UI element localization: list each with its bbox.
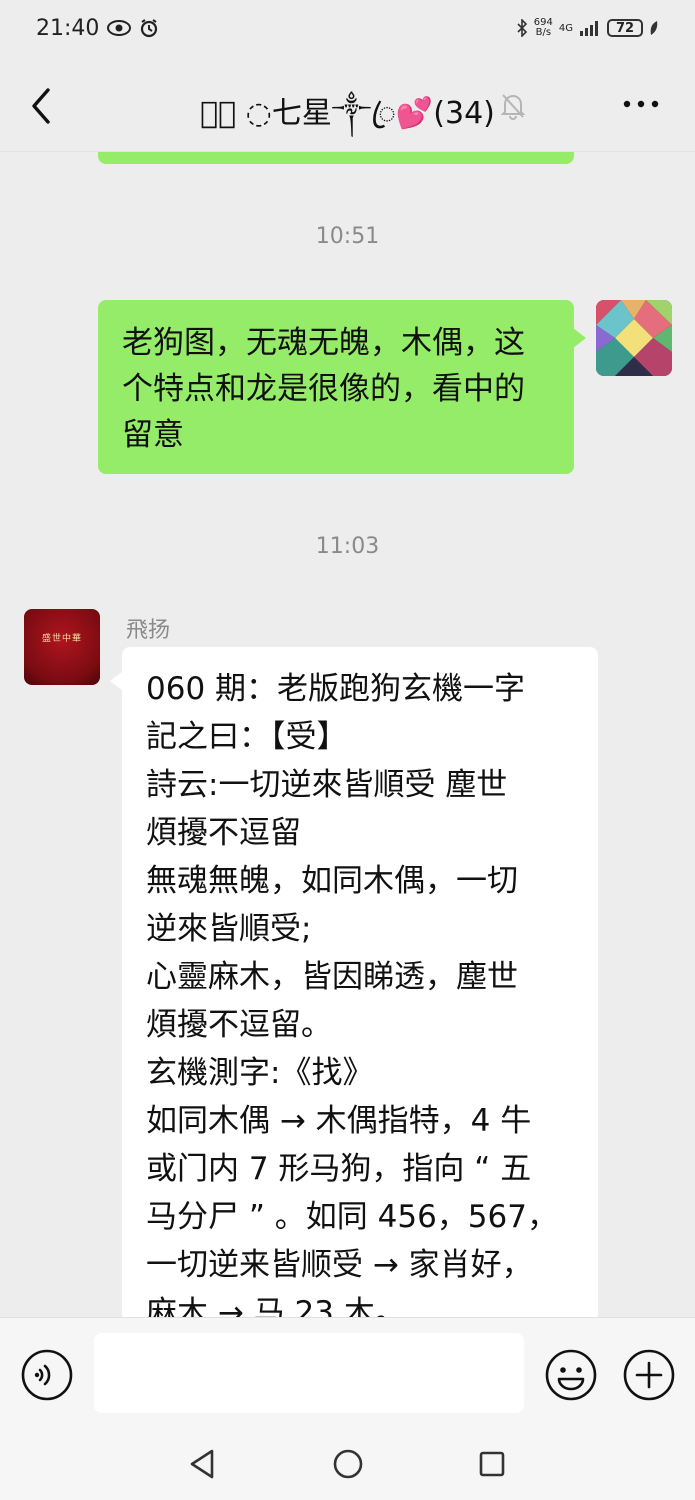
plus-circle-icon [623,1349,675,1401]
message-line: 马分尸 ” 。如同 456，567， [146,1199,558,1235]
chat-messages[interactable]: 10:51 老狗图，无魂无魄，木偶，这个特点和龙是很像的，看中的留意 11:03… [0,152,695,1317]
voice-icon [21,1349,73,1401]
more-functions-button[interactable] [622,1348,676,1402]
outgoing-message-bubble[interactable]: 老狗图，无魂无魄，木偶，这个特点和龙是很像的，看中的留意 [98,300,586,474]
more-dots-icon [623,100,659,108]
battery-indicator: 72 [607,19,643,37]
message-text-input[interactable] [94,1333,524,1413]
message-line: 逆來皆順受; [146,911,312,947]
sender-avatar-logo-text: 盛世中華 [41,634,82,644]
chat-header: 𝓜ꦿ ◌七星༒ꦿ💕(34) [0,56,695,152]
network-speed-unit: B/s [535,27,552,38]
triangle-back-icon [190,1449,214,1479]
message-line: 麻木 → 马 23 木。 [146,1295,406,1317]
message-line: 如同木偶 → 木偶指特，4 牛 [146,1103,532,1139]
message-timestamp: 10:51 [315,224,380,249]
more-options-button[interactable] [622,92,662,116]
alarm-icon [139,18,159,38]
message-line: 記之曰：【受】 [146,719,348,755]
previous-message-bubble[interactable] [98,152,574,164]
message-line: 無魂無魄，如同木偶，一切 [146,863,518,899]
message-line: 詩云:一切逆來皆順受 塵世 [146,767,508,803]
eye-icon [107,20,132,36]
message-timestamp: 11:03 [315,534,380,559]
square-recents-icon [479,1451,505,1477]
geometric-avatar-image [596,300,672,376]
system-navigation-bar [0,1427,695,1500]
message-line: 玄機測字:《找》 [146,1055,374,1091]
status-bar: 21:40 694 B/s 4G 72 [0,0,695,56]
message-line: 一切逆来皆顺受 → 家肖好， [146,1247,533,1283]
smiley-icon [545,1349,597,1401]
voice-input-button[interactable] [20,1348,74,1402]
circle-home-icon [333,1449,363,1479]
message-line: 或门内 7 形马狗，指向 “ 五 [146,1151,532,1187]
status-time: 21:40 [36,15,100,41]
emoji-button[interactable] [544,1348,598,1402]
signal-icon [579,20,601,36]
leaf-icon [649,20,659,36]
network-type: 4G [558,22,573,34]
nav-back-button[interactable] [186,1447,218,1481]
bluetooth-icon [516,19,528,37]
network-speed: 694 B/s [534,18,553,38]
self-avatar[interactable] [596,300,672,376]
message-line: 060 期：老版跑狗玄機一字 [146,671,526,707]
message-line: 心靈麻木，皆因睇透，塵世 [146,959,518,995]
nav-home-button[interactable] [331,1447,365,1481]
sender-avatar[interactable]: 盛世中華 [24,609,100,685]
outgoing-message-text: 老狗图，无魂无魄，木偶，这个特点和龙是很像的，看中的留意 [122,325,525,453]
nav-recents-button[interactable] [476,1447,508,1481]
message-line: 煩擾不逗留。 [146,1007,332,1043]
message-input-bar [0,1317,695,1427]
bell-muted-icon [500,92,526,120]
message-line: 煩擾不逗留 [146,815,301,851]
incoming-message-bubble[interactable]: 060 期：老版跑狗玄機一字 記之曰：【受】 詩云:一切逆來皆順受 塵世 煩擾不… [110,647,598,1317]
sender-name: 飛扬 [126,618,171,643]
